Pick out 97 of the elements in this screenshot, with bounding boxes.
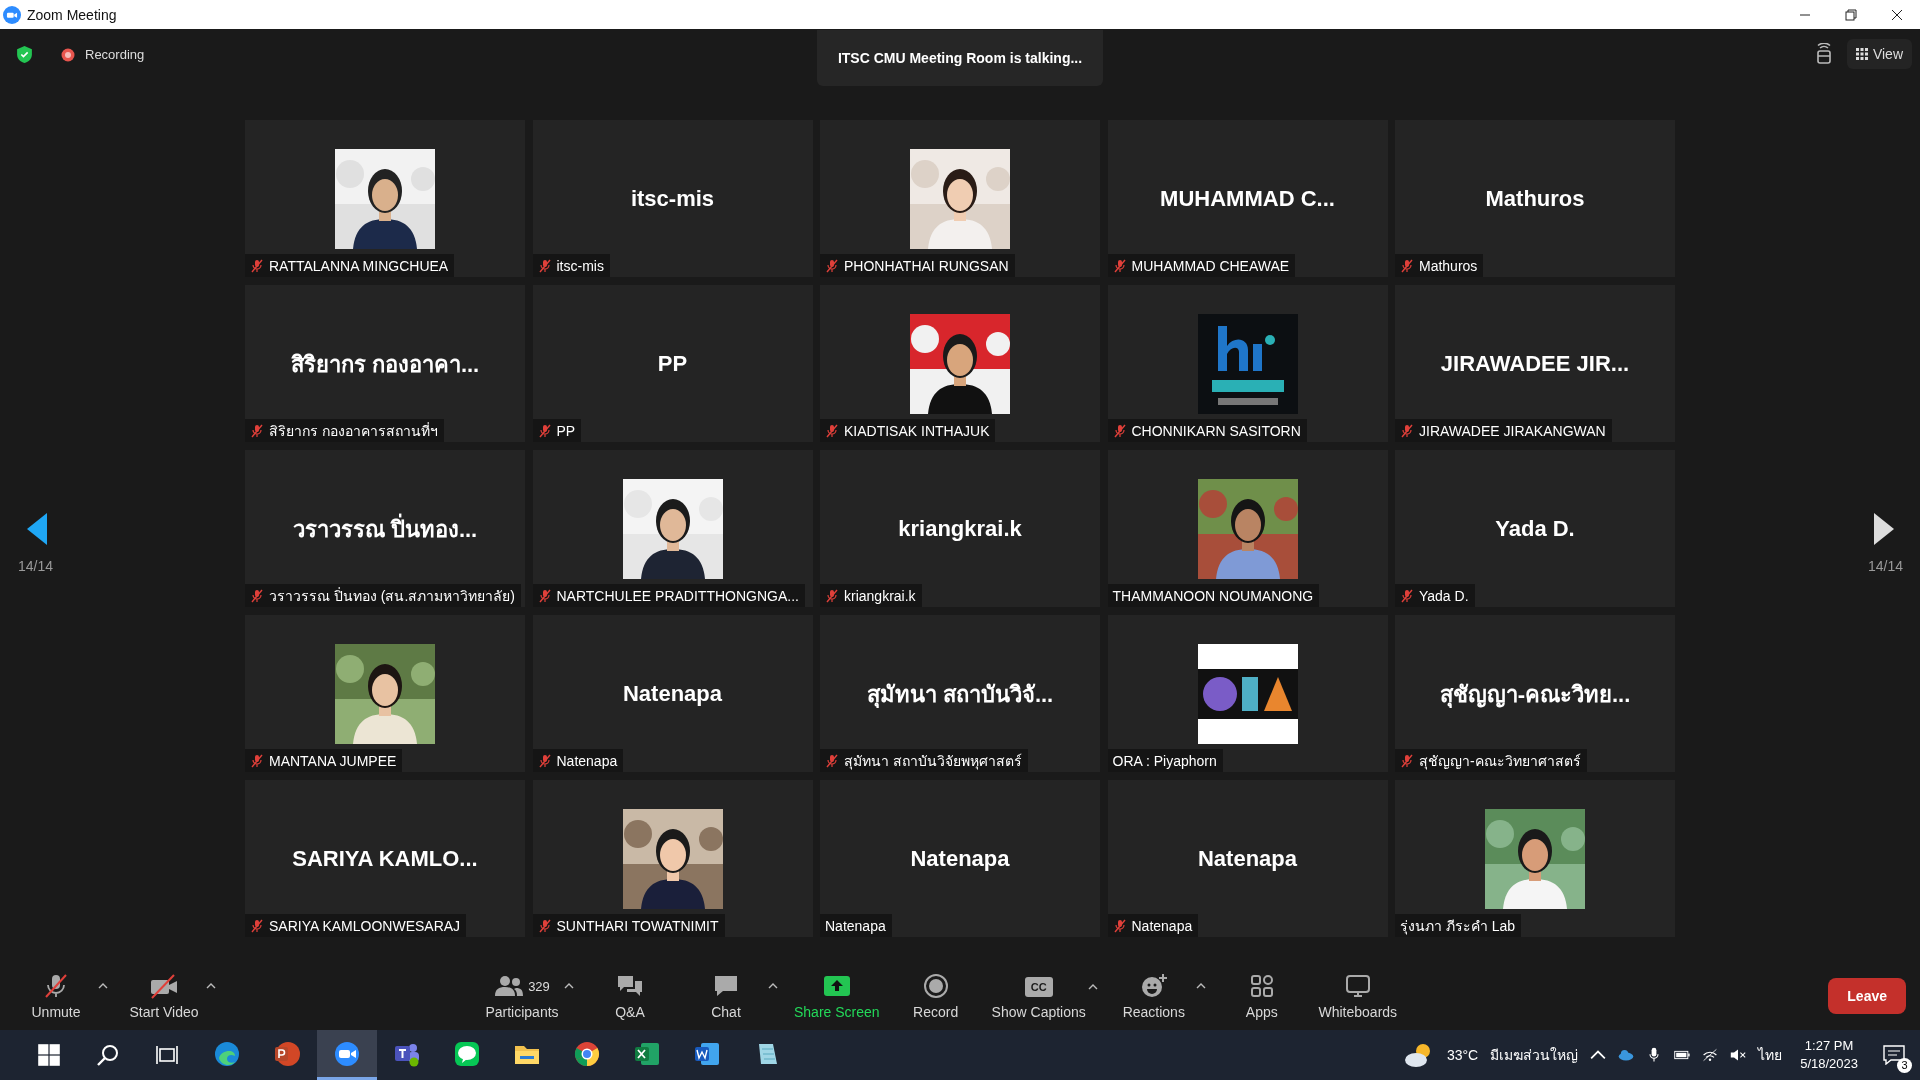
participant-display-name: PP bbox=[657, 351, 688, 377]
caret-icon[interactable] bbox=[1087, 983, 1098, 990]
captions-icon: CC bbox=[1024, 976, 1053, 997]
participant-name: PHONHATHAI RUNGSAN bbox=[844, 257, 1009, 274]
taskbar-app[interactable] bbox=[317, 1030, 377, 1080]
participant-display-name: Yada D. bbox=[1495, 516, 1575, 542]
participant-name: MUHAMMAD CHEAWAE bbox=[1131, 257, 1290, 274]
toolbar-button[interactable]: Apps bbox=[1213, 969, 1310, 1024]
chat-bubble-icon bbox=[453, 1039, 481, 1068]
participant-name: CHONNIKARN SASITORN bbox=[1131, 422, 1301, 439]
participant-name: สิริยากร กองอาคารสถานที่ฯ bbox=[269, 421, 438, 441]
participant-name: KIADTISAK INTHAJUK bbox=[844, 422, 990, 439]
previous-page-icon[interactable] bbox=[26, 512, 48, 546]
participant-display-name: สิริยากร กองอาคา... bbox=[290, 350, 480, 379]
video-off-icon bbox=[149, 973, 179, 999]
participant-name: วราวรรณ ปิ่นทอง (สน.สภามหาวิทยาลัย) bbox=[269, 586, 515, 606]
participant-name: สุชัญญา-คณะวิทยาศาสตร์ bbox=[1419, 751, 1581, 772]
caret-icon[interactable] bbox=[768, 983, 778, 989]
grid-icon bbox=[1855, 48, 1868, 60]
next-page-icon[interactable] bbox=[1873, 512, 1895, 546]
wifi-icon[interactable] bbox=[1702, 1047, 1719, 1063]
participant-display-name: Natenapa bbox=[622, 681, 722, 707]
swirl-icon bbox=[213, 1039, 241, 1068]
participant-name: NARTCHULEE PRADITTHONGNGA... bbox=[556, 587, 799, 604]
participant-name: Mathuros bbox=[1419, 257, 1478, 274]
app-logo-icon bbox=[3, 5, 21, 24]
participant-name: Yada D. bbox=[1419, 587, 1469, 604]
clock[interactable]: 1:27 PM 5/18/2023 bbox=[1794, 1037, 1864, 1073]
recording-icon bbox=[61, 47, 75, 62]
document-p-icon bbox=[273, 1039, 301, 1068]
participant-display-name: MUHAMMAD C... bbox=[1160, 186, 1335, 212]
temperature[interactable]: 33°C bbox=[1446, 1047, 1479, 1063]
recording-label: Recording bbox=[85, 47, 145, 62]
view-button[interactable]: View bbox=[1846, 39, 1912, 69]
participant-name: SARIYA KAMLOONWESARAJ bbox=[269, 917, 461, 934]
toolbar-button[interactable]: Reactions bbox=[1105, 969, 1202, 1024]
participant-name: รุ่งนภา ภีระคำ Lab bbox=[1400, 916, 1516, 937]
shield-icon[interactable] bbox=[16, 45, 33, 64]
participant-display-name: kriangkrai.k bbox=[898, 516, 1022, 542]
toolbar-button[interactable]: Whiteboards bbox=[1309, 969, 1406, 1024]
participant-count: 329 bbox=[528, 978, 550, 994]
whiteboard-icon bbox=[1344, 973, 1371, 999]
page-counter: 14/14 bbox=[18, 558, 54, 574]
caret-icon[interactable] bbox=[206, 983, 216, 989]
participant-display-name: วราวรรณ ปิ่นทอง... bbox=[292, 511, 478, 547]
browser-icon bbox=[573, 1039, 601, 1068]
toolbar-button[interactable]: Unmute bbox=[8, 969, 104, 1024]
participant-name: JIRAWADEE JIRAKANGWAN bbox=[1419, 422, 1606, 439]
toolbar-button[interactable]: CC Show Captions bbox=[983, 969, 1094, 1024]
participant-name: itsc-mis bbox=[556, 257, 604, 274]
participant-display-name: itsc-mis bbox=[630, 186, 715, 212]
cloud-icon[interactable] bbox=[1618, 1047, 1635, 1063]
toolbar-button[interactable]: Share Screen bbox=[786, 969, 888, 1024]
participant-name: SUNTHARI TOWATNIMIT bbox=[556, 917, 719, 934]
record-icon bbox=[922, 973, 949, 999]
caret-icon[interactable] bbox=[98, 983, 108, 989]
participant-name: kriangkrai.k bbox=[844, 587, 916, 604]
toolbar-button[interactable]: Q&A bbox=[582, 969, 678, 1024]
time: 1:27 PM bbox=[1804, 1037, 1854, 1055]
talking-banner: ITSC CMU Meeting Room is talking... bbox=[816, 30, 1104, 86]
page-counter: 14/14 bbox=[1867, 558, 1903, 574]
participant-name: Natenapa bbox=[556, 752, 618, 769]
share-screen-icon bbox=[821, 973, 852, 999]
participant-name: Natenapa bbox=[825, 917, 886, 934]
participant-name: ORA : Piyaphorn bbox=[1112, 752, 1217, 769]
participant-display-name: สุชัญญา-คณะวิทย... bbox=[1439, 680, 1631, 710]
caret-icon[interactable] bbox=[1195, 983, 1206, 989]
notification-count-badge: 3 bbox=[1897, 1058, 1912, 1073]
chat-bubble-icon bbox=[713, 973, 739, 999]
participant-name: PP bbox=[556, 422, 576, 439]
toolbar-button[interactable]: Record bbox=[887, 969, 984, 1024]
people-icon bbox=[494, 973, 525, 999]
participant-display-name: สุมัทนา สถาบันวิจั... bbox=[866, 680, 1054, 710]
apps-icon bbox=[1248, 973, 1275, 999]
participant-name: MANTANA JUMPEE bbox=[269, 752, 397, 769]
participant-display-name: SARIYA KAMLO... bbox=[292, 846, 478, 872]
participant-name: THAMMANOON NOUMANONG bbox=[1112, 587, 1314, 604]
window-title: Zoom Meeting bbox=[27, 6, 117, 23]
toolbar-button[interactable]: 329 Participants bbox=[474, 969, 570, 1024]
participant-name: RATTALANNA MINGCHUEA bbox=[269, 257, 449, 274]
muted-mic-icon bbox=[43, 973, 69, 999]
caret-icon[interactable] bbox=[564, 983, 574, 989]
date: 5/18/2023 bbox=[1800, 1055, 1858, 1073]
participant-display-name: JIRAWADEE JIR... bbox=[1440, 351, 1630, 377]
speaker-muted-icon[interactable] bbox=[1730, 1047, 1747, 1063]
toolbar-button[interactable]: Start Video bbox=[116, 969, 212, 1024]
participant-name: Natenapa bbox=[1131, 917, 1193, 934]
device-icon[interactable] bbox=[1814, 43, 1833, 65]
participant-display-name: Natenapa bbox=[1197, 846, 1297, 872]
weather-condition[interactable]: มีเมฆส่วนใหญ่ bbox=[1490, 1044, 1579, 1066]
participant-name: สุมัทนา สถาบันวิจัยพหุศาสตร์ bbox=[844, 751, 1022, 772]
leave-button[interactable]: Leave bbox=[1828, 978, 1906, 1014]
input-language[interactable]: ไทย bbox=[1758, 1044, 1783, 1066]
participant-display-name: Mathuros bbox=[1485, 186, 1585, 212]
toolbar-button[interactable]: Chat bbox=[678, 969, 774, 1024]
video-camera-icon bbox=[333, 1039, 361, 1068]
participant-display-name: Natenapa bbox=[910, 846, 1010, 872]
